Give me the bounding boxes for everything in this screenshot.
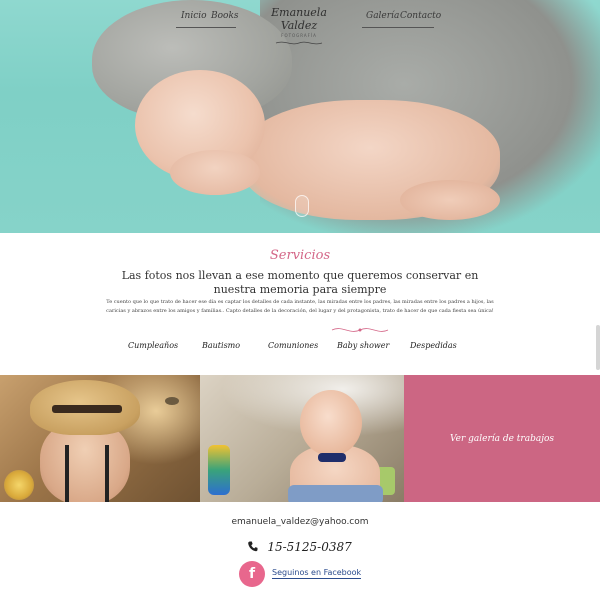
nav-contacto[interactable]: Contacto bbox=[400, 11, 441, 21]
facebook-link-group: f Seguinos en Facebook bbox=[239, 561, 369, 587]
contact-phone: 15-5125-0387 bbox=[0, 536, 600, 554]
main-nav: Inicio Books Emanuela Valdez FOTOGRAFÍA … bbox=[0, 0, 600, 45]
logo[interactable]: Emanuela Valdez FOTOGRAFÍA bbox=[256, 6, 342, 46]
category-despedidas[interactable]: Despedidas bbox=[410, 341, 457, 350]
photo-strap-right bbox=[105, 445, 109, 502]
nav-galeria[interactable]: Galería bbox=[366, 11, 399, 21]
photo-baby-pants bbox=[288, 485, 383, 502]
gallery-cta-panel: Ver galería de trabajos bbox=[404, 375, 600, 502]
scroll-indicator[interactable] bbox=[295, 195, 309, 217]
category-comuniones[interactable]: Comuniones bbox=[268, 341, 318, 350]
hero-baby-hand bbox=[170, 150, 260, 195]
service-categories: Cumpleaños Bautismo Comuniones Baby show… bbox=[0, 341, 600, 355]
phone-icon bbox=[248, 541, 258, 552]
nav-underline-right bbox=[362, 27, 434, 28]
hero-baby-foot bbox=[400, 180, 500, 220]
phone-number[interactable]: 15-5125-0387 bbox=[267, 540, 351, 554]
photo-strap-left bbox=[65, 445, 69, 502]
contact-email[interactable]: emanuela_valdez@yahoo.com bbox=[0, 517, 600, 527]
logo-name: Emanuela Valdez bbox=[271, 6, 327, 32]
services-title: Servicios bbox=[269, 248, 331, 263]
photo-baby-head bbox=[300, 390, 362, 456]
category-cumpleanos[interactable]: Cumpleaños bbox=[128, 341, 178, 350]
photo-hat-band bbox=[52, 405, 122, 413]
nav-books[interactable]: Books bbox=[211, 11, 239, 21]
photo-toy bbox=[208, 445, 230, 495]
services-description: Te cuento que lo que trato de hacer ese … bbox=[106, 299, 494, 314]
facebook-link[interactable]: Seguinos en Facebook bbox=[272, 568, 362, 579]
photo-bird bbox=[165, 397, 179, 405]
photo-flower bbox=[4, 470, 34, 500]
gallery-photo-bowtie-baby[interactable] bbox=[200, 375, 404, 502]
ver-galeria-link[interactable]: Ver galería de trabajos bbox=[404, 434, 600, 444]
flourish-divider-icon bbox=[331, 328, 389, 332]
logo-subtitle: FOTOGRAFÍA bbox=[281, 33, 317, 38]
category-bautismo[interactable]: Bautismo bbox=[202, 341, 240, 350]
facebook-icon[interactable]: f bbox=[239, 561, 265, 587]
services-headline: Las fotos nos llevan a ese momento que q… bbox=[121, 269, 479, 296]
gallery-photo-hat-baby[interactable] bbox=[0, 375, 200, 502]
logo-flourish-icon bbox=[275, 41, 323, 45]
scrollbar[interactable] bbox=[596, 325, 600, 370]
category-baby-shower[interactable]: Baby shower bbox=[337, 341, 389, 350]
nav-inicio[interactable]: Inicio bbox=[181, 11, 207, 21]
gallery-strip: Ver galería de trabajos bbox=[0, 375, 600, 502]
nav-underline-left bbox=[176, 27, 236, 28]
photo-bowtie bbox=[318, 453, 346, 462]
